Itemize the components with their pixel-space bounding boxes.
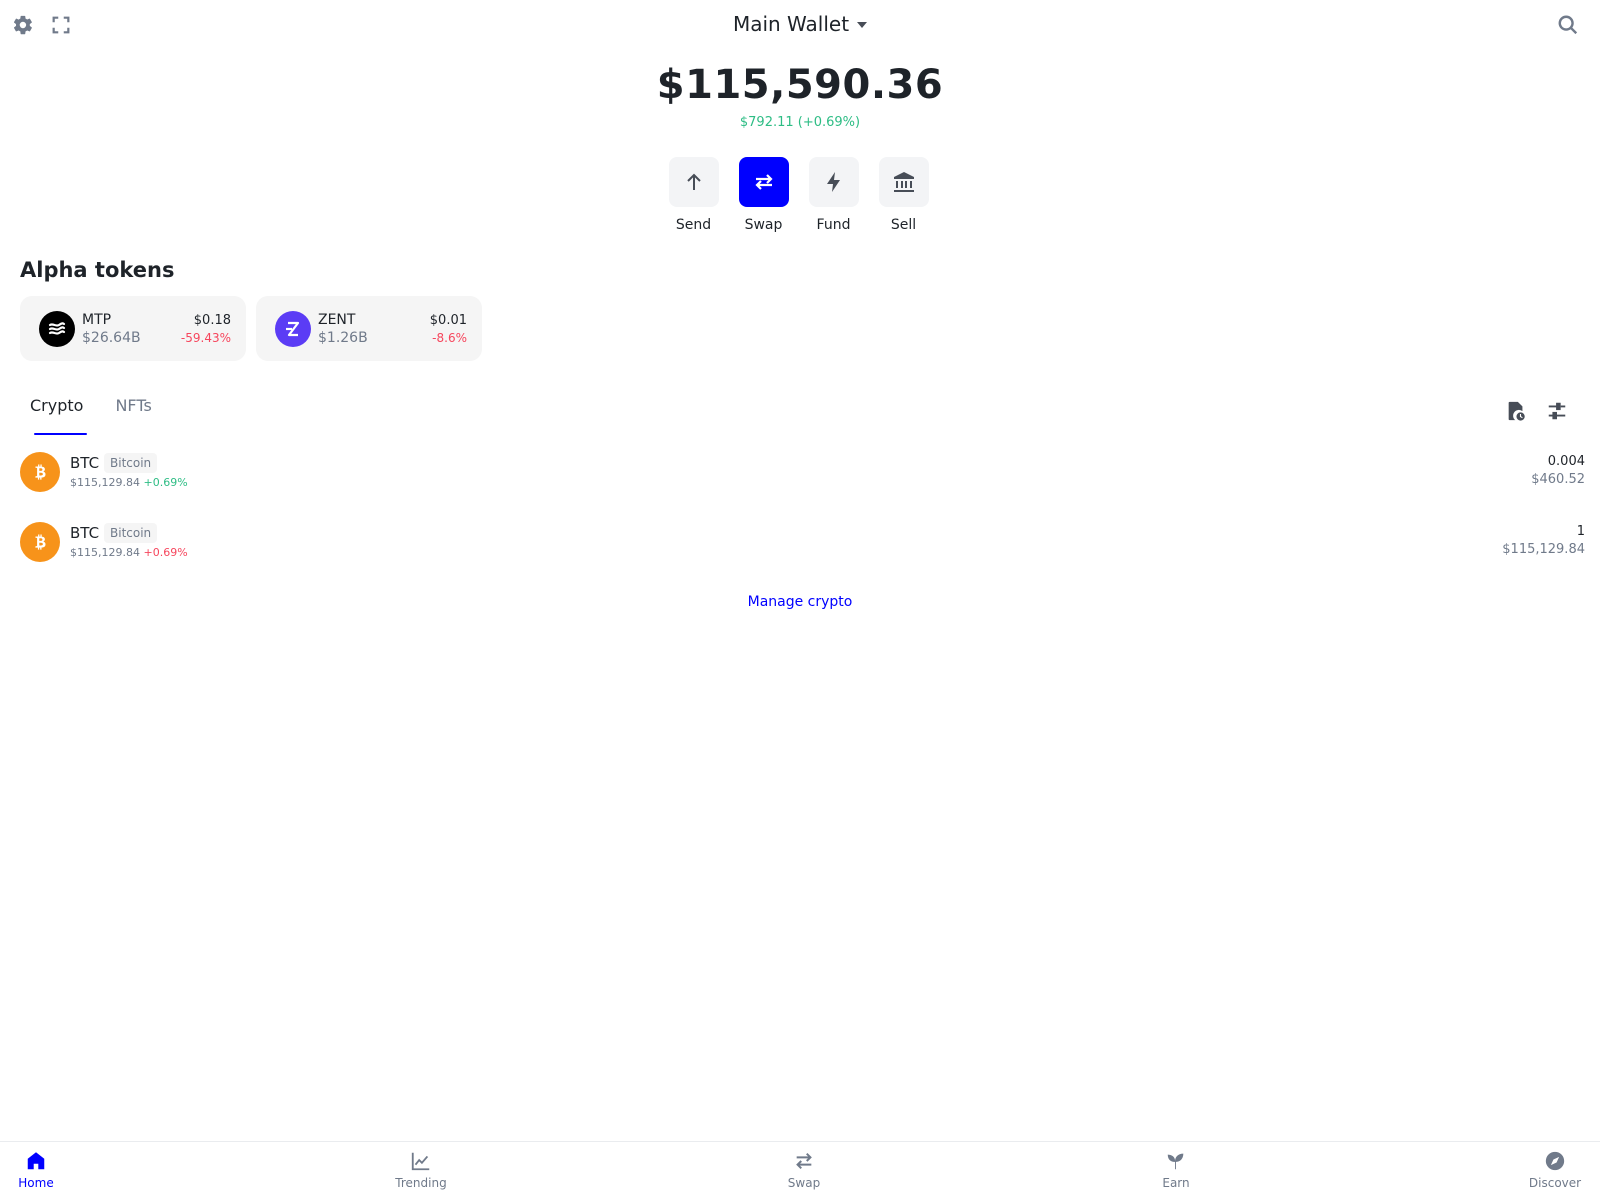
wallet-title: Main Wallet: [732, 12, 850, 36]
alpha-token-card[interactable]: ZENT $1.26B $0.01 -8.6%: [256, 296, 482, 361]
chevron-down-icon: [857, 22, 868, 28]
asset-name-badge: Bitcoin: [104, 453, 158, 473]
manage-crypto-link[interactable]: Manage crypto: [0, 594, 1600, 610]
sell-button[interactable]: Sell: [878, 157, 929, 233]
swap-icon: [796, 1152, 812, 1170]
filter-sliders-icon[interactable]: [1544, 398, 1570, 424]
asset-tabs: Crypto NFTs: [30, 396, 152, 435]
asset-change: +0.69%: [143, 476, 188, 489]
alpha-tokens-list: MTP $26.64B $0.18 -59.43% ZENT $1.26B $0…: [20, 296, 482, 361]
nav-trending-label: Trending: [395, 1176, 447, 1190]
asset-row[interactable]: BTC Bitcoin $115,129.84 +0.69% 1 $115,12…: [0, 516, 1600, 576]
bank-icon: [893, 172, 914, 192]
wallet-switcher[interactable]: Main Wallet: [690, 12, 910, 36]
send-button[interactable]: Send: [668, 157, 719, 233]
alpha-tokens-title: Alpha tokens: [20, 258, 175, 282]
asset-value: $115,129.84: [1502, 542, 1585, 557]
asset-symbol: BTC: [70, 454, 100, 472]
nav-discover[interactable]: Discover: [1515, 1150, 1595, 1190]
alpha-token-symbol: ZENT: [318, 312, 356, 328]
arrow-up-icon: [686, 173, 701, 190]
fullscreen-icon[interactable]: [48, 12, 74, 38]
nav-home[interactable]: Home: [0, 1150, 76, 1190]
sell-label: Sell: [890, 217, 917, 233]
compass-icon: [1545, 1151, 1565, 1171]
bitcoin-icon: [20, 452, 60, 492]
asset-price: $115,129.84: [70, 546, 140, 559]
alpha-token-market-cap: $1.26B: [318, 330, 368, 346]
fund-label: Fund: [816, 217, 851, 233]
mtp-logo-icon: [39, 311, 75, 347]
asset-price-line: $115,129.84 +0.69%: [70, 476, 188, 489]
alpha-token-price: $0.18: [193, 313, 231, 328]
fund-button[interactable]: Fund: [808, 157, 859, 233]
asset-row[interactable]: BTC Bitcoin $115,129.84 +0.69% 0.004 $46…: [0, 446, 1600, 506]
home-icon: [27, 1152, 45, 1170]
nav-swap-label: Swap: [787, 1176, 821, 1190]
total-balance: $115,590.36: [656, 62, 944, 108]
asset-price: $115,129.84: [70, 476, 140, 489]
asset-price-line: $115,129.84 +0.69%: [70, 546, 188, 559]
zent-logo-icon: [275, 311, 311, 347]
bitcoin-icon: [20, 522, 60, 562]
asset-symbol: BTC: [70, 524, 100, 542]
nav-earn[interactable]: Earn: [1136, 1150, 1216, 1190]
nav-trending[interactable]: Trending: [381, 1150, 461, 1190]
tab-nfts[interactable]: NFTs: [115, 396, 151, 427]
nav-home-label: Home: [18, 1176, 54, 1190]
lightning-icon: [826, 172, 840, 192]
action-bar: Send Swap Fund Sell: [0, 157, 1600, 233]
tab-crypto[interactable]: Crypto: [30, 396, 88, 435]
alpha-token-card[interactable]: MTP $26.64B $0.18 -59.43%: [20, 296, 246, 361]
swap-label: Swap: [744, 217, 783, 233]
send-label: Send: [675, 217, 712, 233]
asset-value: $460.52: [1531, 472, 1585, 487]
alpha-token-change: -59.43%: [180, 331, 231, 345]
sprout-icon: [1167, 1153, 1184, 1170]
chart-icon: [411, 1152, 430, 1171]
alpha-token-change: -8.6%: [432, 331, 467, 345]
gear-icon[interactable]: [10, 12, 36, 38]
swap-button[interactable]: Swap: [738, 157, 789, 233]
alpha-token-market-cap: $26.64B: [82, 330, 141, 346]
search-icon[interactable]: [1555, 12, 1581, 38]
balance-change: $792.11 (+0.69%): [739, 115, 861, 130]
asset-name-badge: Bitcoin: [104, 523, 158, 543]
wallet-home: Main Wallet $115,590.36 $792.11 (+0.69%)…: [0, 0, 1600, 1200]
asset-quantity: 0.004: [1547, 454, 1585, 469]
history-icon[interactable]: [1503, 398, 1529, 424]
asset-quantity: 1: [1576, 524, 1585, 539]
nav-earn-label: Earn: [1162, 1176, 1190, 1190]
top-bar: Main Wallet: [0, 0, 1600, 52]
alpha-token-price: $0.01: [429, 313, 467, 328]
asset-change: +0.69%: [143, 546, 188, 559]
nav-swap[interactable]: Swap: [764, 1150, 844, 1190]
nav-discover-label: Discover: [1528, 1176, 1582, 1190]
bottom-nav: Home Trending Swap Earn Discover: [0, 1141, 1600, 1200]
swap-icon: [754, 174, 773, 190]
alpha-token-symbol: MTP: [82, 312, 112, 328]
